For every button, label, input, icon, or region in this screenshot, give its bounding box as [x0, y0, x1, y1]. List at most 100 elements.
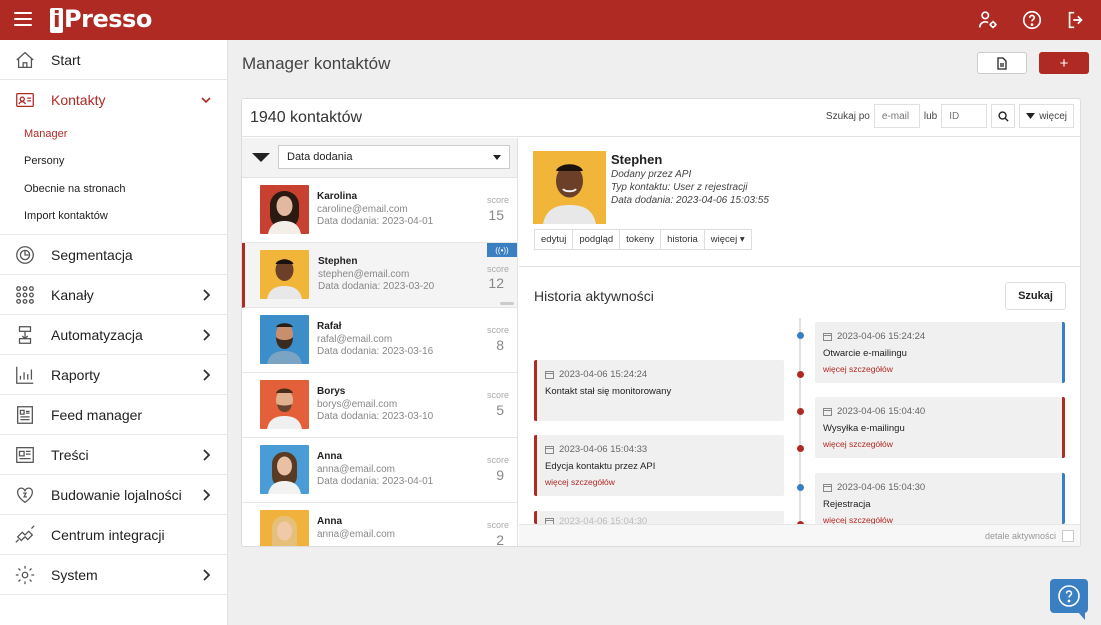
activity-details-toggle[interactable]: [1062, 530, 1074, 542]
profile-actions: edytuj podgląd tokeny historia więcej ▾: [534, 229, 752, 250]
avatar: [260, 445, 309, 494]
chevron-right-icon: [203, 369, 211, 381]
event-details-link[interactable]: więcej szczegółów: [823, 439, 893, 449]
more-actions-button[interactable]: więcej ▾: [704, 230, 751, 249]
sidebar-item-label: Feed manager: [51, 406, 143, 423]
integration-icon: [14, 524, 36, 546]
search-button[interactable]: [991, 104, 1016, 128]
contact-name: Borys: [317, 386, 346, 397]
search-icon: [998, 110, 1009, 122]
document-icon: [997, 56, 1007, 70]
sidebar-item-segmentacja[interactable]: Segmentacja: [0, 235, 227, 275]
sidebar-item-start[interactable]: Start: [0, 40, 227, 80]
sidebar-item-system[interactable]: System: [0, 555, 227, 595]
tokens-button[interactable]: tokeny: [620, 230, 662, 249]
email-search-input[interactable]: [873, 104, 920, 128]
event-text: Wysyłka e-mailingu: [823, 423, 905, 434]
sidebar-subitem-persony[interactable]: Persony: [0, 148, 227, 176]
sidebar-item-tresci[interactable]: Treści: [0, 435, 227, 475]
contact-name: Stephen: [318, 256, 358, 267]
event-details-link[interactable]: więcej szczegółów: [545, 477, 615, 487]
contact-email: anna@email.com: [317, 464, 395, 475]
sidebar-item-label: System: [51, 566, 98, 583]
timeline-event[interactable]: 2023-04-06 15:04:33 Edycja kontaktu prze…: [534, 435, 784, 496]
calendar-icon: [545, 445, 554, 454]
score-label: score: [486, 325, 509, 335]
event-date: 2023-04-06 15:04:33: [559, 444, 648, 455]
sidebar-item-label: Raporty: [51, 366, 101, 383]
sidebar-item-kanaly[interactable]: Kanały: [0, 275, 227, 315]
contact-row[interactable]: Karolina caroline@email.com Data dodania…: [242, 178, 517, 243]
score-value: 8: [496, 337, 504, 353]
contact-name: Rafał: [317, 321, 342, 332]
sidebar-item-lojalnosc[interactable]: Budowanie lojalności: [0, 475, 227, 515]
contact-row[interactable]: Anna anna@email.com Data dodania: 2023-0…: [242, 438, 517, 503]
sidebar-item-label: Start: [51, 51, 81, 68]
contacts-list: Data dodania Karolina caroline@email.com…: [242, 138, 518, 546]
logout-icon[interactable]: [1065, 9, 1087, 31]
sort-direction-icon[interactable]: [252, 153, 270, 162]
event-details-link[interactable]: więcej szczegółów: [823, 364, 893, 374]
sidebar-subitem-obecnie[interactable]: Obecnie na stronach: [0, 175, 227, 203]
calendar-icon: [545, 370, 554, 379]
loyalty-icon: [14, 484, 36, 506]
contact-detail: Stephen Dodany przez API Typ kontaktu: U…: [519, 138, 1080, 546]
id-search-input[interactable]: [941, 104, 988, 128]
more-filters-button[interactable]: więcej: [1019, 104, 1074, 128]
top-bar: i Presso: [0, 0, 1101, 40]
help-icon[interactable]: [1021, 9, 1043, 31]
content-icon: [14, 444, 36, 466]
profile-avatar: [533, 151, 606, 224]
activity-footer: detale aktywności: [519, 524, 1080, 546]
sidebar-item-feed-manager[interactable]: Feed manager: [0, 395, 227, 435]
history-title: Historia aktywności: [534, 288, 654, 304]
chevron-right-icon: [203, 329, 211, 341]
score-label: score: [486, 264, 509, 274]
help-chat-button[interactable]: [1050, 579, 1088, 620]
contact-date: Data dodania: 2023-04-01: [317, 476, 434, 487]
timeline-event[interactable]: 2023-04-06 15:24:24 Kontakt stał się mon…: [534, 360, 784, 421]
calendar-icon: [823, 332, 832, 341]
history-button[interactable]: historia: [661, 230, 705, 249]
contact-email: stephen@email.com: [318, 269, 410, 280]
reports-icon: [14, 364, 36, 386]
sidebar-subitem-manager[interactable]: Manager: [0, 120, 227, 148]
scroll-handle[interactable]: [500, 302, 514, 305]
timeline-event[interactable]: 2023-04-06 15:04:30: [534, 511, 784, 524]
timeline-dot: [797, 371, 804, 378]
sidebar-item-automatyzacja[interactable]: Automatyzacja: [0, 315, 227, 355]
sidebar-item-label: Kanały: [51, 286, 94, 303]
contact-row[interactable]: Rafał rafal@email.com Data dodania: 2023…: [242, 308, 517, 373]
sidebar: Start Kontakty Manager Persony Obecnie n…: [0, 40, 228, 625]
contact-row[interactable]: Borys borys@email.com Data dodania: 2023…: [242, 373, 517, 438]
app-logo[interactable]: i Presso: [50, 5, 152, 33]
contact-date: Data dodania: 2023-04-01: [317, 216, 434, 227]
edit-button[interactable]: edytuj: [535, 230, 574, 249]
timeline-event[interactable]: 2023-04-06 15:04:40 Wysyłka e-mailingu w…: [815, 397, 1065, 458]
add-contact-button[interactable]: +: [1039, 52, 1089, 74]
menu-icon[interactable]: [14, 12, 32, 28]
preview-button[interactable]: podgląd: [573, 230, 621, 249]
profile-name: Stephen: [611, 152, 663, 167]
history-search-button[interactable]: Szukaj: [1005, 282, 1066, 310]
help-icon: [1058, 585, 1080, 607]
timeline-line: [799, 318, 801, 523]
contact-row[interactable]: Anna anna@email.com score 2: [242, 503, 517, 546]
feed-icon: [14, 404, 36, 426]
sidebar-item-kontakty[interactable]: Kontakty: [0, 80, 227, 120]
calendar-icon: [823, 407, 832, 416]
export-button[interactable]: [977, 52, 1027, 74]
sidebar-item-raporty[interactable]: Raporty: [0, 355, 227, 395]
activity-details-label: detale aktywności: [984, 531, 1056, 541]
contact-row-selected[interactable]: ((•)) Stephen stephen@email.com Data dod…: [242, 243, 517, 308]
event-date: 2023-04-06 15:24:24: [559, 369, 648, 380]
sort-select[interactable]: Data dodania: [278, 145, 510, 169]
timeline-event[interactable]: 2023-04-06 15:24:24 Otwarcie e-mailingu …: [815, 322, 1065, 383]
gear-icon: [14, 564, 36, 586]
sidebar-item-integracje[interactable]: Centrum integracji: [0, 515, 227, 555]
sidebar-item-label: Segmentacja: [51, 246, 133, 263]
timeline-event[interactable]: 2023-04-06 15:04:30 Rejestracja więcej s…: [815, 473, 1065, 525]
sidebar-subitem-import[interactable]: Import kontaktów: [0, 203, 227, 231]
event-text: Kontakt stał się monitorowany: [545, 386, 672, 397]
user-settings-icon[interactable]: [977, 9, 999, 31]
